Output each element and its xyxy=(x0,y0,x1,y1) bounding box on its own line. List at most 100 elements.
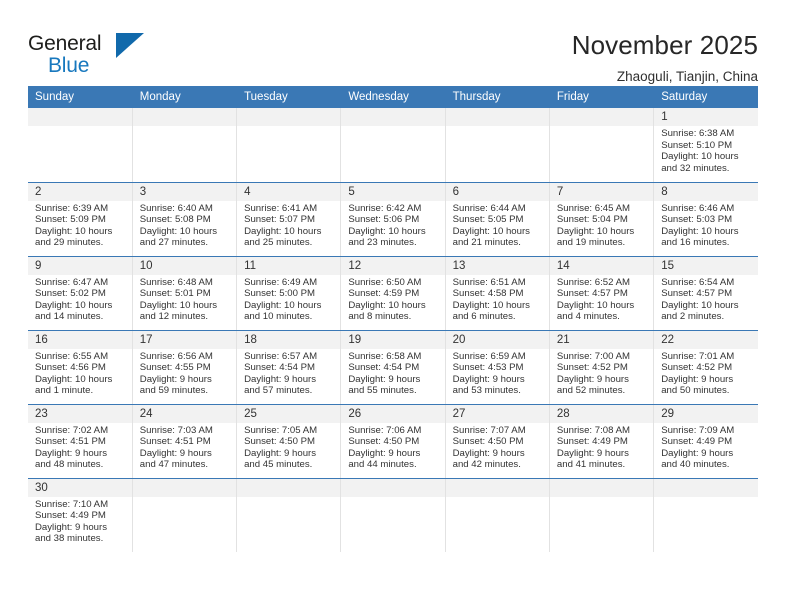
calendar-day-cell[interactable]: 25 Sunrise: 7:05 AM Sunset: 4:50 PM Dayligh… xyxy=(236,404,342,479)
calendar-empty-cell xyxy=(236,108,342,183)
sunrise-time: Sunrise: 7:02 AM xyxy=(35,424,109,436)
sunrise-time: Sunrise: 6:45 AM xyxy=(556,202,630,214)
calendar-day-cell[interactable]: 15 Sunrise: 6:54 AM Sunset: 4:57 PM Dayligh… xyxy=(653,256,758,331)
day-number: 2 xyxy=(28,182,132,201)
daylight-duration-line2: and 16 minutes. xyxy=(661,237,730,249)
day-details: Sunrise: 6:47 AM Sunset: 5:02 PM Daylight:… xyxy=(28,275,132,326)
calendar-day-cell[interactable]: 21 Sunrise: 7:00 AM Sunset: 4:52 PM Dayligh… xyxy=(549,330,655,405)
title-block: November 2025 Zhaoguli, Tianjin, China xyxy=(158,30,758,85)
brand-logo[interactable]: General Blue xyxy=(28,30,158,86)
day-details: Sunrise: 7:07 AM Sunset: 4:50 PM Daylight:… xyxy=(446,423,549,474)
day-number: 10 xyxy=(132,256,237,275)
calendar-week-row: 2 Sunrise: 6:39 AM Sunset: 5:09 PM Daylight… xyxy=(28,182,758,257)
daylight-duration-line1: Daylight: 10 hours xyxy=(35,299,113,311)
day-details: Sunrise: 7:09 AM Sunset: 4:49 PM Daylight:… xyxy=(654,423,758,474)
daylight-duration-line1: Daylight: 10 hours xyxy=(452,225,530,237)
day-number: 12 xyxy=(341,256,445,275)
sunrise-time: Sunrise: 6:59 AM xyxy=(452,350,526,362)
calendar-day-cell[interactable]: 11 Sunrise: 6:49 AM Sunset: 5:00 PM Dayligh… xyxy=(236,256,342,331)
calendar-day-cell[interactable]: 20 Sunrise: 6:59 AM Sunset: 4:53 PM Dayligh… xyxy=(445,330,550,405)
daylight-duration-line1: Daylight: 10 hours xyxy=(35,373,113,385)
calendar-day-cell[interactable]: 28 Sunrise: 7:08 AM Sunset: 4:49 PM Dayligh… xyxy=(549,404,655,479)
calendar-day-cell[interactable]: 27 Sunrise: 7:07 AM Sunset: 4:50 PM Dayligh… xyxy=(445,404,550,479)
calendar-day-cell[interactable]: 17 Sunrise: 6:56 AM Sunset: 4:55 PM Dayligh… xyxy=(132,330,238,405)
daylight-duration-line2: and 21 minutes. xyxy=(452,237,521,249)
calendar-day-cell[interactable]: 18 Sunrise: 6:57 AM Sunset: 4:54 PM Dayligh… xyxy=(236,330,342,405)
daylight-duration-line1: Daylight: 10 hours xyxy=(348,299,426,311)
day-number: 19 xyxy=(341,330,445,349)
calendar-empty-cell xyxy=(340,108,446,183)
calendar-day-cell[interactable]: 16 Sunrise: 6:55 AM Sunset: 4:56 PM Dayligh… xyxy=(28,330,133,405)
day-number: 25 xyxy=(237,404,341,423)
sunset-time: Sunset: 4:51 PM xyxy=(139,436,211,448)
sunset-time: Sunset: 4:49 PM xyxy=(35,510,106,522)
calendar-empty-cell xyxy=(28,108,133,183)
daylight-duration-line2: and 40 minutes. xyxy=(661,459,730,471)
calendar-day-cell[interactable]: 24 Sunrise: 7:03 AM Sunset: 4:51 PM Dayligh… xyxy=(132,404,238,479)
calendar-day-cell[interactable]: 3 Sunrise: 6:40 AM Sunset: 5:08 PM Daylight… xyxy=(132,182,238,257)
sunset-time: Sunset: 5:06 PM xyxy=(348,214,420,226)
calendar-day-cell[interactable]: 5 Sunrise: 6:42 AM Sunset: 5:06 PM Daylight… xyxy=(340,182,446,257)
day-details: Sunrise: 6:51 AM Sunset: 4:58 PM Daylight:… xyxy=(446,275,549,326)
calendar-day-cell[interactable]: 2 Sunrise: 6:39 AM Sunset: 5:09 PM Daylight… xyxy=(28,182,133,257)
daylight-duration-line2: and 10 minutes. xyxy=(244,311,313,323)
daylight-duration-line1: Daylight: 10 hours xyxy=(139,225,218,237)
calendar-day-cell[interactable]: 26 Sunrise: 7:06 AM Sunset: 4:50 PM Dayligh… xyxy=(340,404,446,479)
daylight-duration-line2: and 2 minutes. xyxy=(661,311,725,323)
calendar-day-cell[interactable]: 10 Sunrise: 6:48 AM Sunset: 5:01 PM Dayligh… xyxy=(132,256,238,331)
day-number: 16 xyxy=(28,330,132,349)
sunset-time: Sunset: 4:49 PM xyxy=(661,436,733,448)
sunset-time: Sunset: 4:56 PM xyxy=(35,362,106,374)
calendar-day-cell[interactable]: 12 Sunrise: 6:50 AM Sunset: 4:59 PM Dayligh… xyxy=(340,256,446,331)
calendar-day-cell[interactable]: 4 Sunrise: 6:41 AM Sunset: 5:07 PM Daylight… xyxy=(236,182,342,257)
day-number: 24 xyxy=(132,404,237,423)
calendar-day-cell[interactable]: 30 Sunrise: 7:10 AM Sunset: 4:49 PM Dayligh… xyxy=(28,478,133,552)
calendar-week-row: 1 Sunrise: 6:38 AM Sunset: 5:10 PM Daylight… xyxy=(28,108,758,183)
sunrise-time: Sunrise: 6:55 AM xyxy=(35,350,109,362)
calendar-day-cell[interactable]: 23 Sunrise: 7:02 AM Sunset: 4:51 PM Dayligh… xyxy=(28,404,133,479)
day-number: 8 xyxy=(654,182,758,201)
day-details: Sunrise: 7:05 AM Sunset: 4:50 PM Daylight:… xyxy=(237,423,340,474)
sunrise-time: Sunrise: 6:54 AM xyxy=(661,276,735,288)
daylight-duration-line2: and 4 minutes. xyxy=(556,311,620,323)
daylight-duration-line1: Daylight: 9 hours xyxy=(139,447,212,459)
calendar-day-cell[interactable]: 13 Sunrise: 6:51 AM Sunset: 4:58 PM Dayligh… xyxy=(445,256,550,331)
calendar-day-cell[interactable]: 9 Sunrise: 6:47 AM Sunset: 5:02 PM Daylight… xyxy=(28,256,133,331)
calendar-day-cell[interactable]: 29 Sunrise: 7:09 AM Sunset: 4:49 PM Dayligh… xyxy=(653,404,758,479)
sunset-time: Sunset: 4:58 PM xyxy=(452,288,524,300)
sunrise-time: Sunrise: 7:10 AM xyxy=(35,498,109,510)
calendar-day-cell[interactable]: 7 Sunrise: 6:45 AM Sunset: 5:04 PM Daylight… xyxy=(549,182,655,257)
day-number: 9 xyxy=(28,256,132,275)
weekday-header-wednesday: Wednesday xyxy=(340,86,446,108)
day-number: 4 xyxy=(237,182,341,201)
daylight-duration-line1: Daylight: 10 hours xyxy=(139,299,218,311)
calendar-day-cell[interactable]: 22 Sunrise: 7:01 AM Sunset: 4:52 PM Dayligh… xyxy=(653,330,758,405)
sunset-time: Sunset: 5:01 PM xyxy=(139,288,211,300)
day-number: 28 xyxy=(549,404,654,423)
daylight-duration-line2: and 14 minutes. xyxy=(35,311,104,323)
sunrise-time: Sunrise: 6:48 AM xyxy=(139,276,213,288)
day-details: Sunrise: 6:42 AM Sunset: 5:06 PM Daylight:… xyxy=(341,201,444,252)
calendar-day-cell[interactable]: 8 Sunrise: 6:46 AM Sunset: 5:03 PM Daylight… xyxy=(653,182,758,257)
calendar-day-cell[interactable]: 6 Sunrise: 6:44 AM Sunset: 5:05 PM Daylight… xyxy=(445,182,550,257)
calendar-day-cell[interactable]: 19 Sunrise: 6:58 AM Sunset: 4:54 PM Dayligh… xyxy=(340,330,446,405)
calendar-body: 1 Sunrise: 6:38 AM Sunset: 5:10 PM Daylight… xyxy=(28,108,758,552)
sunrise-time: Sunrise: 6:42 AM xyxy=(348,202,422,214)
day-number: 14 xyxy=(549,256,654,275)
calendar-day-cell[interactable]: 1 Sunrise: 6:38 AM Sunset: 5:10 PM Daylight… xyxy=(653,108,758,183)
daylight-duration-line2: and 53 minutes. xyxy=(452,385,521,397)
day-details: Sunrise: 6:45 AM Sunset: 5:04 PM Daylight:… xyxy=(550,201,653,252)
sunrise-time: Sunrise: 6:56 AM xyxy=(139,350,213,362)
daylight-duration-line1: Daylight: 9 hours xyxy=(452,447,525,459)
day-number xyxy=(549,108,654,126)
sunset-time: Sunset: 4:54 PM xyxy=(348,362,420,374)
page-header: General Blue November 2025 Zhaoguli, Tia… xyxy=(0,0,792,84)
calendar-day-cell[interactable]: 14 Sunrise: 6:52 AM Sunset: 4:57 PM Dayligh… xyxy=(549,256,655,331)
sunrise-time: Sunrise: 6:58 AM xyxy=(348,350,422,362)
sunrise-time: Sunrise: 6:51 AM xyxy=(452,276,526,288)
sunset-time: Sunset: 4:57 PM xyxy=(556,288,628,300)
calendar-empty-cell xyxy=(236,478,342,552)
calendar-empty-cell xyxy=(653,478,758,552)
weekday-header-saturday: Saturday xyxy=(653,86,758,108)
daylight-duration-line2: and 59 minutes. xyxy=(139,385,209,397)
